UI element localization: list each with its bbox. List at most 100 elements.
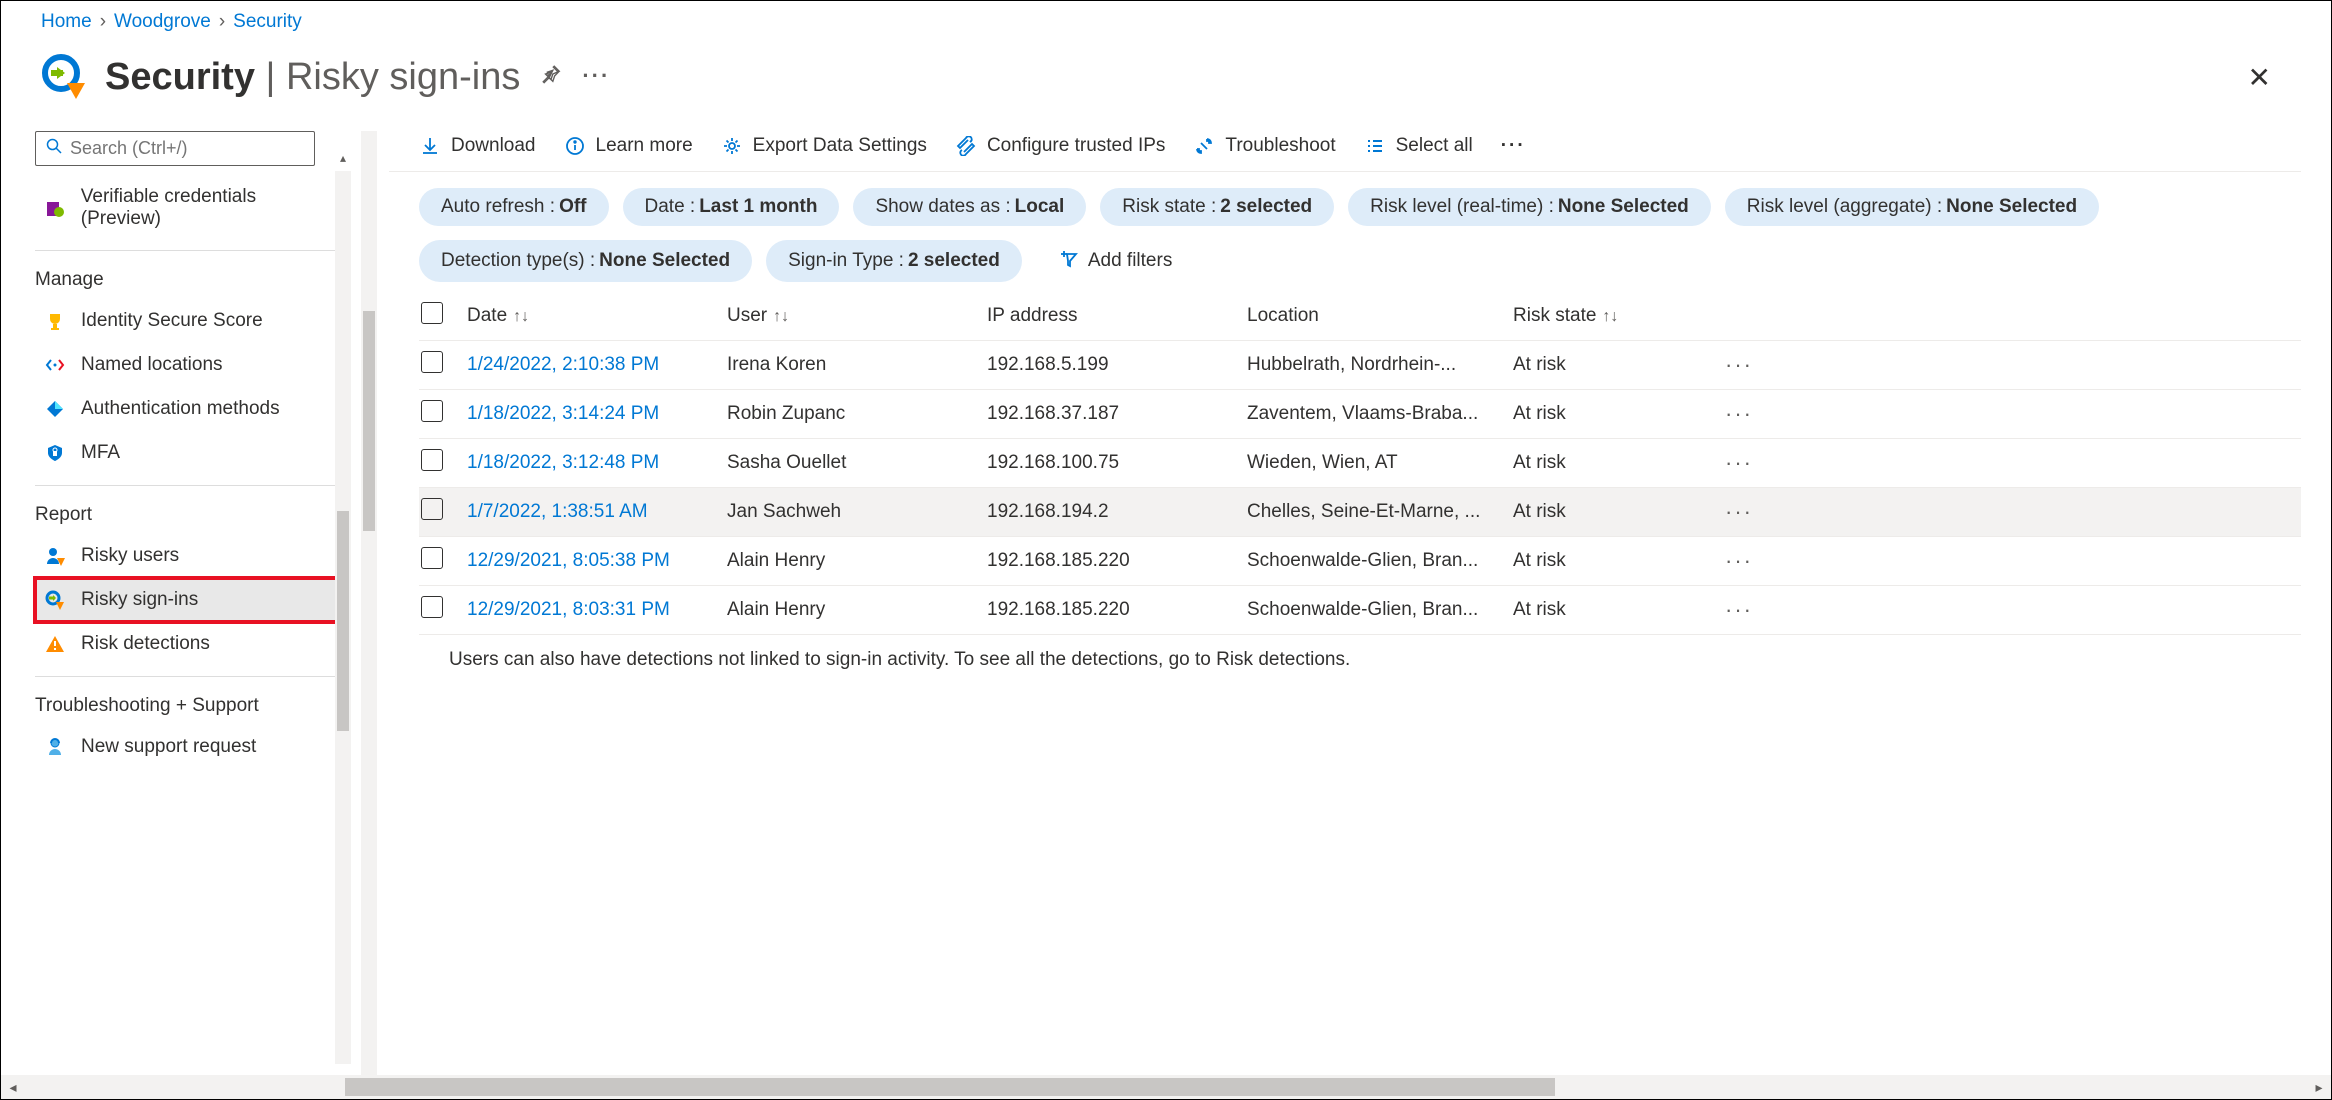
filter-pill[interactable]: Auto refresh : Off — [419, 188, 609, 226]
select-all-icon — [1364, 135, 1386, 157]
row-ip: 192.168.185.220 — [987, 599, 1247, 621]
sidebar-scrollbar[interactable]: ▴ — [335, 171, 351, 1064]
scrollbar-thumb[interactable] — [363, 311, 375, 531]
row-more-icon[interactable]: ··· — [1693, 401, 1753, 427]
breadcrumb-home[interactable]: Home — [41, 11, 92, 33]
row-checkbox[interactable] — [421, 498, 443, 520]
scroll-up-icon[interactable]: ▴ — [335, 151, 351, 165]
column-ip[interactable]: IP address — [987, 305, 1247, 327]
scrollbar-thumb[interactable] — [337, 511, 349, 731]
sidebar-item-risky-users[interactable]: Risky users — [35, 534, 347, 578]
more-icon[interactable]: ··· — [582, 63, 610, 91]
sidebar-item-identity-secure-score[interactable]: Identity Secure Score — [35, 299, 347, 343]
row-checkbox[interactable] — [421, 400, 443, 422]
row-checkbox[interactable] — [421, 596, 443, 618]
sidebar-item-mfa[interactable]: MFA — [35, 431, 347, 475]
column-location[interactable]: Location — [1247, 305, 1513, 327]
troubleshoot-button[interactable]: Troubleshoot — [1193, 135, 1335, 157]
row-risk-state: At risk — [1513, 452, 1693, 474]
row-checkbox[interactable] — [421, 449, 443, 471]
filter-pill[interactable]: Show dates as : Local — [853, 188, 1086, 226]
breadcrumb-security[interactable]: Security — [233, 11, 302, 33]
code-icon — [43, 353, 67, 377]
filter-pill[interactable]: Detection type(s) : None Selected — [419, 240, 752, 282]
table-row[interactable]: 1/7/2022, 1:38:51 AMJan Sachweh192.168.1… — [419, 488, 2301, 537]
table-footer-text: Users can also have detections not linke… — [419, 635, 2301, 671]
column-user[interactable]: User↑↓ — [727, 305, 987, 327]
row-user: Irena Koren — [727, 354, 987, 376]
configure-trusted-ips-button[interactable]: Configure trusted IPs — [955, 135, 1165, 157]
add-filters-button[interactable]: Add filters — [1036, 240, 1194, 282]
breadcrumb: Home › Woodgrove › Security — [1, 1, 2331, 43]
column-date[interactable]: Date↑↓ — [467, 305, 727, 327]
row-date-link[interactable]: 1/7/2022, 1:38:51 AM — [467, 501, 727, 523]
breadcrumb-tenant[interactable]: Woodgrove — [114, 11, 211, 33]
row-date-link[interactable]: 1/18/2022, 3:12:48 PM — [467, 452, 727, 474]
support-icon — [43, 735, 67, 759]
sidebar-item-verifiable-credentials[interactable]: Verifiable credentials (Preview) — [35, 176, 347, 240]
scrollbar-thumb[interactable] — [345, 1078, 1555, 1096]
scroll-left-icon[interactable]: ◂ — [1, 1079, 25, 1096]
row-user: Jan Sachweh — [727, 501, 987, 523]
row-more-icon[interactable]: ··· — [1693, 352, 1753, 378]
sidebar: « Verifiable credentials (Preview) Manag… — [1, 131, 361, 1084]
sidebar-section-manage: Manage — [35, 250, 347, 299]
close-button[interactable]: ✕ — [2248, 61, 2271, 94]
search-input[interactable] — [35, 131, 315, 166]
filter-pill[interactable]: Date : Last 1 month — [623, 188, 840, 226]
sidebar-item-named-locations[interactable]: Named locations — [35, 343, 347, 387]
filter-pill[interactable]: Sign-in Type : 2 selected — [766, 240, 1022, 282]
row-more-icon[interactable]: ··· — [1693, 548, 1753, 574]
wrench-icon — [955, 135, 977, 157]
row-more-icon[interactable]: ··· — [1693, 499, 1753, 525]
table-row[interactable]: 1/24/2022, 2:10:38 PMIrena Koren192.168.… — [419, 341, 2301, 390]
row-checkbox[interactable] — [421, 547, 443, 569]
search-field[interactable] — [70, 138, 304, 159]
row-checkbox[interactable] — [421, 351, 443, 373]
sidebar-item-authentication-methods[interactable]: Authentication methods — [35, 387, 347, 431]
row-ip: 192.168.100.75 — [987, 452, 1247, 474]
sidebar-item-risk-detections[interactable]: Risk detections — [35, 622, 347, 666]
row-location: Schoenwalde-Glien, Bran... — [1247, 550, 1513, 572]
sort-icon: ↑↓ — [513, 308, 529, 325]
sidebar-item-label: Risky users — [81, 545, 179, 567]
row-date-link[interactable]: 1/24/2022, 2:10:38 PM — [467, 354, 727, 376]
row-date-link[interactable]: 12/29/2021, 8:05:38 PM — [467, 550, 727, 572]
filter-pill[interactable]: Risk level (aggregate) : None Selected — [1725, 188, 2099, 226]
row-more-icon[interactable]: ··· — [1693, 597, 1753, 623]
pin-icon[interactable] — [540, 63, 562, 91]
credentials-icon — [43, 196, 67, 220]
select-all-button[interactable]: Select all — [1364, 135, 1473, 157]
horizontal-scrollbar[interactable]: ◂ ▸ — [1, 1075, 2331, 1099]
select-all-checkbox[interactable] — [421, 302, 443, 324]
info-icon — [564, 135, 586, 157]
learn-more-button[interactable]: Learn more — [564, 135, 693, 157]
sidebar-item-new-support-request[interactable]: New support request — [35, 725, 347, 769]
row-ip: 192.168.185.220 — [987, 550, 1247, 572]
gear-icon — [721, 135, 743, 157]
toolbar: Download Learn more Export Data Settings… — [389, 131, 2301, 172]
table-row[interactable]: 1/18/2022, 3:14:24 PMRobin Zupanc192.168… — [419, 390, 2301, 439]
filter-pill[interactable]: Risk level (real-time) : None Selected — [1348, 188, 1711, 226]
row-date-link[interactable]: 1/18/2022, 3:14:24 PM — [467, 403, 727, 425]
sidebar-item-risky-sign-ins[interactable]: Risky sign-ins — [35, 578, 347, 622]
risky-user-icon — [43, 544, 67, 568]
sidebar-section-report: Report — [35, 485, 347, 534]
column-risk-state[interactable]: Risk state↑↓ — [1513, 305, 1693, 327]
scroll-right-icon[interactable]: ▸ — [2307, 1079, 2331, 1096]
table-row[interactable]: 12/29/2021, 8:05:38 PMAlain Henry192.168… — [419, 537, 2301, 586]
row-date-link[interactable]: 12/29/2021, 8:03:31 PM — [467, 599, 727, 621]
row-user: Sasha Ouellet — [727, 452, 987, 474]
table-row[interactable]: 1/18/2022, 3:12:48 PMSasha Ouellet192.16… — [419, 439, 2301, 488]
sort-icon: ↑↓ — [773, 308, 789, 325]
row-more-icon[interactable]: ··· — [1693, 450, 1753, 476]
table-row[interactable]: 12/29/2021, 8:03:31 PMAlain Henry192.168… — [419, 586, 2301, 635]
row-user: Alain Henry — [727, 599, 987, 621]
toolbar-more-button[interactable]: ··· — [1501, 135, 1526, 157]
download-button[interactable]: Download — [419, 135, 536, 157]
filter-pill[interactable]: Risk state : 2 selected — [1100, 188, 1334, 226]
export-data-settings-button[interactable]: Export Data Settings — [721, 135, 927, 157]
download-icon — [419, 135, 441, 157]
main-scrollbar[interactable] — [361, 131, 377, 1084]
row-user: Alain Henry — [727, 550, 987, 572]
